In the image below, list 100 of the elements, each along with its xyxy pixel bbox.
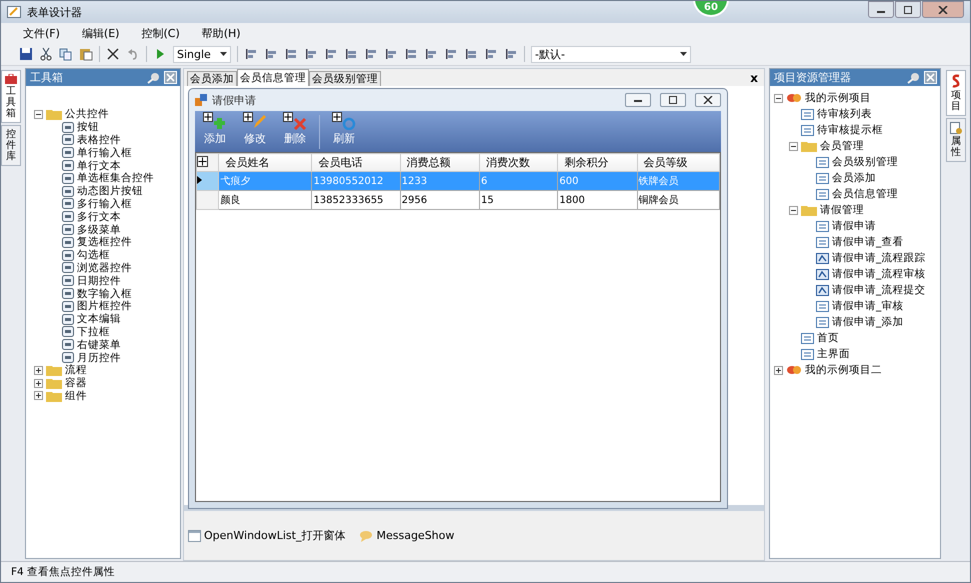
minimize-button[interactable] <box>868 1 894 18</box>
document-tab[interactable]: 会员添加 <box>187 71 237 86</box>
refresh-button[interactable]: 刷新 <box>328 112 360 146</box>
move-handle-icon[interactable] <box>197 156 208 166</box>
expander-icon[interactable] <box>789 206 798 214</box>
toolbox-item[interactable]: 图片框控件 <box>77 299 132 314</box>
paste-icon[interactable] <box>79 47 93 61</box>
close-button[interactable] <box>922 1 964 18</box>
column-header[interactable]: 会员姓名 <box>218 154 312 172</box>
document-tab[interactable]: 会员信息管理 <box>237 69 309 86</box>
project-item[interactable]: 待审核提示框 <box>817 123 883 137</box>
project-item[interactable]: 请假申请 <box>832 219 876 233</box>
align-icon[interactable] <box>344 47 358 61</box>
project-item[interactable]: 会员信息管理 <box>832 187 898 201</box>
align-icon[interactable] <box>464 47 478 61</box>
toolbox-item[interactable]: 单行文本 <box>77 158 121 173</box>
menu-item[interactable]: 帮助(H) <box>194 26 249 40</box>
align-icon[interactable] <box>484 47 498 61</box>
project-item[interactable]: 请假申请_流程跟踪 <box>832 251 926 265</box>
project-item[interactable]: 请假申请_查看 <box>832 235 904 249</box>
expander-icon[interactable] <box>789 142 798 150</box>
edit-button[interactable]: 修改 <box>239 112 271 146</box>
project-item[interactable]: 首页 <box>817 331 839 345</box>
toolbox-item[interactable]: 组件 <box>65 388 87 403</box>
project-item[interactable]: 会员管理 <box>820 139 864 153</box>
toolbox-item[interactable]: 按钮 <box>77 120 99 134</box>
toolbox-item[interactable]: 下拉框 <box>77 324 110 339</box>
expander-icon[interactable] <box>774 94 783 102</box>
toolbox-item[interactable]: 单选框集合控件 <box>77 171 154 186</box>
toolbox-item[interactable]: 日期控件 <box>77 274 121 288</box>
maximize-button[interactable] <box>660 93 686 107</box>
project-item[interactable]: 主界面 <box>817 347 850 361</box>
style-select[interactable]: -默认- <box>531 46 691 62</box>
toolbox-item[interactable]: 数字输入框 <box>77 286 132 301</box>
toolbox-item[interactable]: 文本编辑 <box>77 312 121 326</box>
column-header[interactable]: 剩余积分 <box>558 154 638 172</box>
toolbox-item[interactable]: 单行输入框 <box>77 146 132 160</box>
toolbox-item[interactable]: 公共控件 <box>65 107 109 122</box>
document-tab[interactable]: 会员级别管理 <box>309 71 381 86</box>
expander-icon[interactable] <box>774 366 783 374</box>
maximize-button[interactable] <box>895 1 921 18</box>
project-item[interactable]: 请假申请_添加 <box>832 315 904 329</box>
align-icon[interactable] <box>304 47 318 61</box>
component-item[interactable]: OpenWindowList_打开窗体 <box>188 528 346 543</box>
toolbox-item[interactable]: 月历控件 <box>77 350 121 365</box>
align-icon[interactable] <box>264 47 278 61</box>
align-icon[interactable] <box>404 47 418 61</box>
side-tab[interactable]: 属性 <box>946 118 966 162</box>
expander-icon[interactable] <box>34 366 43 375</box>
minimize-button[interactable] <box>625 93 651 107</box>
toolbox-item[interactable]: 勾选框 <box>77 248 110 262</box>
toolbox-item[interactable]: 右键菜单 <box>77 338 121 352</box>
project-item[interactable]: 请假申请_流程提交 <box>832 283 926 297</box>
toolbox-item[interactable]: 流程 <box>65 363 87 378</box>
close-button[interactable] <box>695 93 721 107</box>
toolbox-item[interactable]: 表格控件 <box>77 133 121 147</box>
project-item[interactable]: 请假申请_流程审核 <box>832 267 926 281</box>
menu-item[interactable]: 控制(C) <box>133 26 188 40</box>
toolbox-item[interactable]: 容器 <box>65 376 87 390</box>
project-item[interactable]: 我的示例项目 <box>805 91 871 105</box>
align-icon[interactable] <box>444 47 458 61</box>
toolbox-item[interactable]: 动态图片按钮 <box>77 184 143 198</box>
expander-icon[interactable] <box>34 110 43 119</box>
align-icon[interactable] <box>424 47 438 61</box>
project-item[interactable]: 请假申请_审核 <box>832 299 904 313</box>
expander-icon[interactable] <box>34 378 43 388</box>
toolbox-item[interactable]: 复选框控件 <box>77 235 132 250</box>
align-icon[interactable] <box>364 47 378 61</box>
toolbox-item[interactable]: 浏览器控件 <box>77 260 132 275</box>
toolbox-item[interactable]: 多行输入框 <box>77 196 132 211</box>
project-item[interactable]: 会员级别管理 <box>832 155 898 169</box>
delete-icon[interactable] <box>106 47 120 61</box>
side-tab[interactable]: 项目 <box>946 70 966 116</box>
project-item[interactable]: 请假管理 <box>820 203 864 217</box>
column-header[interactable]: 会员电话 <box>312 154 400 172</box>
align-icon[interactable] <box>244 47 258 61</box>
pin-icon[interactable] <box>146 72 160 84</box>
menu-item[interactable]: 文件(F) <box>15 26 68 40</box>
delete-button[interactable]: 删除 <box>279 112 311 146</box>
side-tab[interactable]: 控件库 <box>1 125 21 166</box>
project-item[interactable]: 会员添加 <box>832 171 876 185</box>
column-header[interactable]: 消费次数 <box>479 154 558 172</box>
column-header[interactable]: 消费总额 <box>400 154 480 172</box>
mode-select[interactable]: Single <box>173 46 231 62</box>
cut-icon[interactable] <box>39 47 53 61</box>
align-icon[interactable] <box>324 47 338 61</box>
project-item[interactable]: 我的示例项目二 <box>805 363 882 377</box>
side-tab[interactable]: 工具箱 <box>1 70 21 123</box>
toolbox-item[interactable]: 多级菜单 <box>77 222 121 237</box>
pin-icon[interactable] <box>906 72 920 84</box>
align-icon[interactable] <box>504 47 518 61</box>
menu-item[interactable]: 编辑(E) <box>74 26 128 40</box>
align-icon[interactable] <box>384 47 398 61</box>
project-item[interactable]: 待审核列表 <box>817 107 872 121</box>
column-header[interactable]: 会员等级 <box>637 154 720 172</box>
copy-icon[interactable] <box>59 47 73 61</box>
expander-icon[interactable] <box>34 391 43 400</box>
toolbox-item[interactable]: 多行文本 <box>77 210 121 224</box>
align-icon[interactable] <box>284 47 298 61</box>
component-item[interactable]: MessageShow <box>359 529 454 542</box>
